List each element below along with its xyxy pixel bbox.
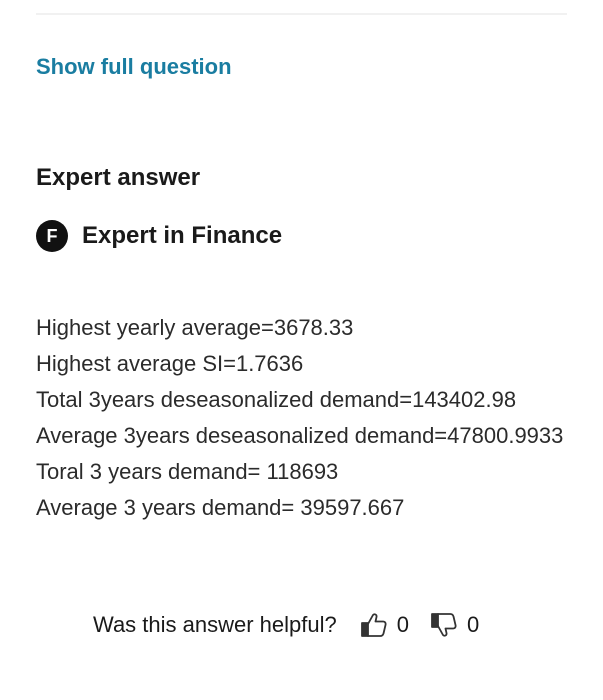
answer-line-total-demand: Toral 3 years demand= 118693 — [36, 459, 339, 484]
upvote-button[interactable]: 0 — [359, 610, 409, 640]
top-divider — [36, 13, 567, 15]
answer-line-average-deseasonalized-demand: Average 3years deseasonalized demand=478… — [36, 423, 564, 448]
expert-name: Expert in Finance — [82, 222, 283, 249]
feedback-question: Was this answer helpful? — [93, 612, 337, 637]
thumbs-down-icon — [431, 613, 457, 637]
expert-avatar: F — [36, 220, 68, 252]
show-full-question-link[interactable]: Show full question — [36, 54, 232, 80]
answer-line-average-demand: Average 3 years demand= 39597.667 — [36, 495, 405, 520]
downvote-button[interactable]: 0 — [429, 610, 479, 640]
expert-info: F Expert in Finance — [36, 219, 282, 253]
downvote-count: 0 — [467, 612, 480, 637]
expert-answer-heading: Expert answer — [36, 164, 201, 191]
feedback-bar: Was this answer helpful? 0 0 — [93, 608, 479, 642]
answer-line-highest-average-si: Highest average SI=1.7636 — [36, 351, 304, 376]
answer-line-total-deseasonalized-demand: Total 3years deseasonalized demand=14340… — [36, 387, 517, 412]
answer-line-highest-yearly-average: Highest yearly average=3678.33 — [36, 315, 354, 340]
thumbs-up-icon — [360, 613, 387, 637]
upvote-count: 0 — [396, 612, 409, 637]
answer-body: Highest yearly average=3678.33 Highest a… — [36, 314, 581, 530]
